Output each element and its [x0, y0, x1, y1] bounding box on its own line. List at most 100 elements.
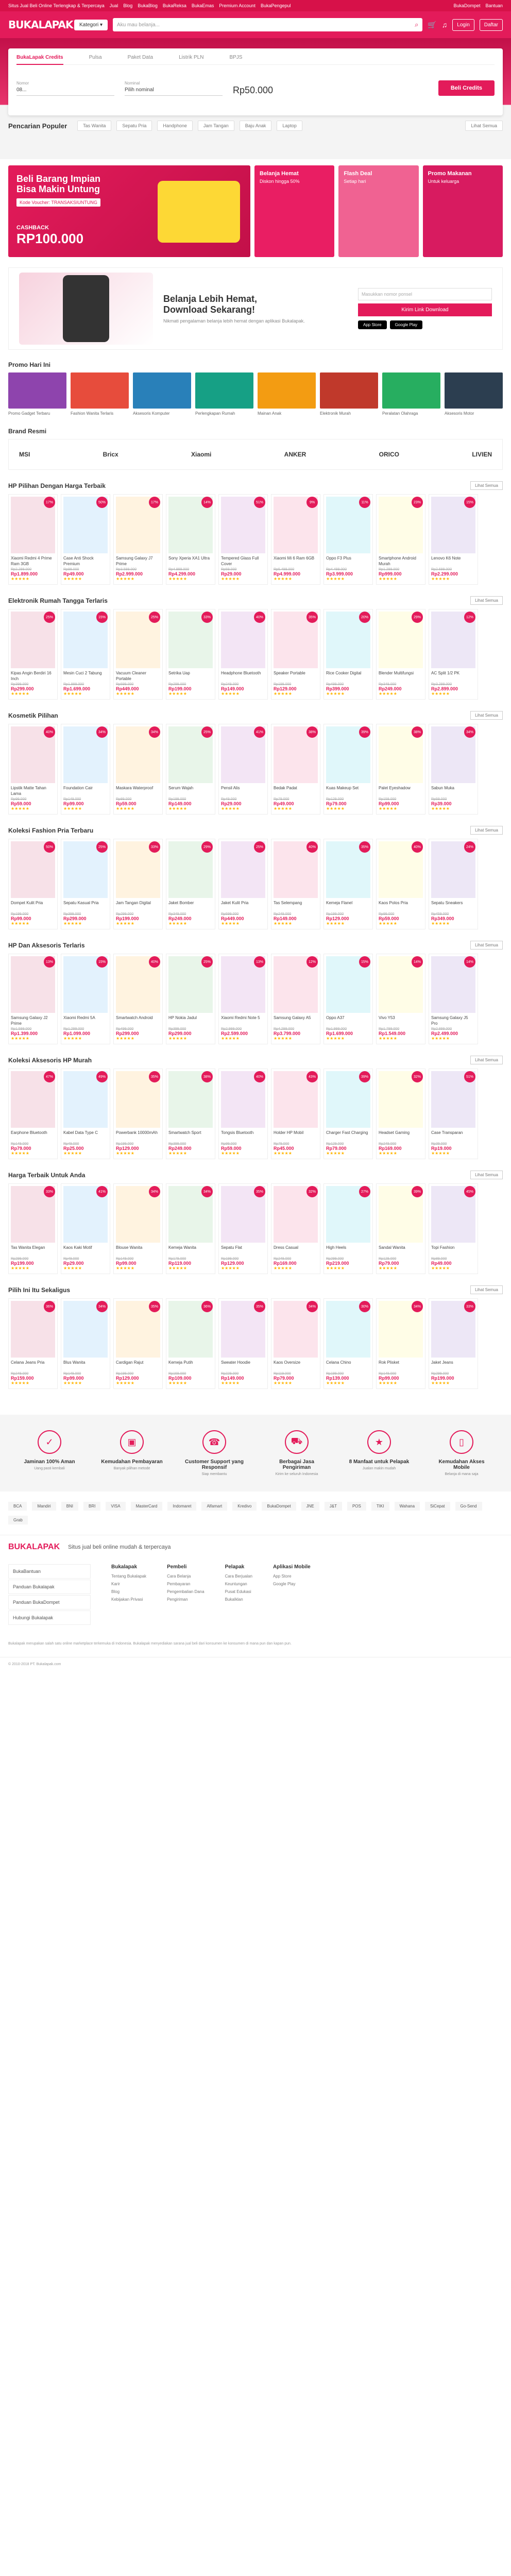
product-card[interactable]: 35% Cardigan Rajut Rp199.000 Rp129.000 ★★★★★: [113, 1298, 163, 1389]
product-name[interactable]: Tongsis Bluetooth: [219, 1130, 267, 1142]
product-name[interactable]: Sony Xperia XA1 Ultra: [166, 555, 215, 568]
product-card[interactable]: 12% AC Split 1/2 PK Rp3.299.000 Rp2.899.000…: [429, 609, 478, 700]
topbar-link[interactable]: Blog: [123, 3, 132, 8]
popular-chip[interactable]: Sepatu Pria: [116, 121, 152, 131]
product-card[interactable]: 50% Case Anti Shock Premium Rp99.000 Rp49.0…: [61, 494, 110, 585]
product-card[interactable]: 50% Dompet Kulit Pria Rp199.000 Rp99.000 ★★★…: [8, 839, 58, 929]
product-name[interactable]: Xiaomi Redmi 5A: [61, 1015, 110, 1027]
product-card[interactable]: 14% Sony Xperia XA1 Ultra Rp4.999.000 Rp4.2…: [166, 494, 215, 585]
category-card[interactable]: Promo Gadget Terbaru: [8, 372, 66, 416]
footer-link[interactable]: Pembayaran: [167, 1582, 205, 1586]
google-play-button[interactable]: Google Play: [389, 320, 423, 329]
nominal-select[interactable]: Nominal Pilih nominal: [125, 81, 223, 96]
product-card[interactable]: 34% Kemeja Wanita Rp179.000 Rp119.000 ★★★★★: [166, 1183, 215, 1274]
phone-field[interactable]: Nomor 08...: [16, 81, 114, 96]
product-card[interactable]: 35% Sepatu Flat Rp199.000 Rp129.000 ★★★★★: [218, 1183, 268, 1274]
product-name[interactable]: High Heels: [324, 1245, 372, 1257]
product-name[interactable]: Tempered Glass Full Cover: [219, 555, 267, 568]
topbar-link[interactable]: BukaBlog: [138, 3, 158, 8]
product-name[interactable]: AC Split 1/2 PK: [429, 670, 478, 683]
product-card[interactable]: 34% Blus Wanita Rp149.000 Rp99.000 ★★★★★: [61, 1298, 110, 1389]
see-all-button[interactable]: Lihat Semua: [470, 941, 503, 950]
topbar-link[interactable]: Jual: [110, 3, 118, 8]
see-all-button[interactable]: Lihat Semua: [470, 711, 503, 720]
popular-chip[interactable]: Laptop: [277, 121, 302, 131]
product-card[interactable]: 13% Xiaomi Redmi Note 5 Rp2.999.000 Rp2.599…: [218, 954, 268, 1044]
product-card[interactable]: 36% Celana Jeans Pria Rp249.000 Rp159.000 ★★…: [8, 1298, 58, 1389]
search-input[interactable]: Aku mau belanja... ⌕: [113, 18, 423, 31]
product-name[interactable]: Samsung Galaxy J7 Prime: [114, 555, 162, 568]
product-card[interactable]: 35% Kemeja Flanel Rp199.000 Rp129.000 ★★★★★: [323, 839, 373, 929]
see-all-button[interactable]: Lihat Semua: [470, 1056, 503, 1064]
product-card[interactable]: 34% Sabun Muka Rp59.000 Rp39.000 ★★★★★: [429, 724, 478, 815]
product-card[interactable]: 38% Bedak Padat Rp79.000 Rp49.000 ★★★★★: [271, 724, 320, 815]
product-card[interactable]: 17% Samsung Galaxy J7 Prime Rp3.599.000 Rp2…: [113, 494, 163, 585]
footer-link[interactable]: Cara Berjualan: [225, 1574, 252, 1579]
product-name[interactable]: Foundation Cair: [61, 785, 110, 798]
product-name[interactable]: Samsung Galaxy J5 Pro: [429, 1015, 478, 1027]
product-name[interactable]: Xiaomi Redmi Note 5: [219, 1015, 267, 1027]
promo-banner-3[interactable]: Promo Makanan Untuk keluarga: [422, 165, 503, 257]
product-name[interactable]: Kipas Angin Berdiri 16 Inch: [9, 670, 57, 683]
brand-logo[interactable]: Xiaomi: [191, 451, 211, 458]
product-card[interactable]: 11% Oppo F3 Plus Rp4.499.000 Rp3.999.000 ★★★…: [323, 494, 373, 585]
product-name[interactable]: Case Anti Shock Premium: [61, 555, 110, 568]
footer-nav-item[interactable]: Hubungi Bukalapak: [8, 1611, 91, 1625]
product-card[interactable]: 34% Rok Plisket Rp149.000 Rp99.000 ★★★★★: [376, 1298, 425, 1389]
product-name[interactable]: Kaos Oversize: [271, 1360, 320, 1372]
popular-chip[interactable]: Baju Anak: [239, 121, 272, 131]
promo-banner-2[interactable]: Flash Deal Setiap hari: [338, 165, 419, 257]
product-card[interactable]: 38% Smartwatch Sport Rp399.000 Rp249.000 ★★★…: [166, 1069, 215, 1159]
product-name[interactable]: Speaker Portable: [271, 670, 320, 683]
footer-link[interactable]: Keuntungan: [225, 1582, 252, 1586]
product-name[interactable]: Kabel Data Type C: [61, 1130, 110, 1142]
product-card[interactable]: 24% Sepatu Sneakers Rp459.000 Rp349.000 ★★★★…: [429, 839, 478, 929]
product-card[interactable]: 23% Smartphone Android Murah Rp1.299.000 Rp…: [376, 494, 425, 585]
see-all-button[interactable]: Lihat Semua: [470, 1171, 503, 1179]
promo-banner-1[interactable]: Belanja Hemat Diskon hingga 50%: [254, 165, 335, 257]
product-card[interactable]: 29% Jaket Bomber Rp349.000 Rp249.000 ★★★★★: [166, 839, 215, 929]
product-name[interactable]: Xiaomi Mi 6 Ram 6GB: [271, 555, 320, 568]
product-card[interactable]: 25% Serum Wajah Rp199.000 Rp149.000 ★★★★★: [166, 724, 215, 815]
product-name[interactable]: Xiaomi Redmi 4 Prime Ram 3GB: [9, 555, 57, 568]
product-card[interactable]: 30% Celana Chino Rp199.000 Rp139.000 ★★★★★: [323, 1298, 373, 1389]
popular-chip[interactable]: Handphone: [157, 121, 193, 131]
product-name[interactable]: Jaket Bomber: [166, 900, 215, 912]
product-card[interactable]: 38% Palet Eyeshadow Rp159.000 Rp99.000 ★★★★★: [376, 724, 425, 815]
brand-logo[interactable]: ORICO: [379, 451, 399, 458]
category-card[interactable]: Mainan Anak: [258, 372, 316, 416]
tab-credits[interactable]: BukaLapak Credits: [16, 55, 63, 65]
product-card[interactable]: 39% Kuas Makeup Set Rp129.000 Rp79.000 ★★★★★: [323, 724, 373, 815]
product-card[interactable]: 12% Samsung Galaxy A5 Rp4.299.000 Rp3.799.0…: [271, 954, 320, 1044]
product-name[interactable]: Oppo F3 Plus: [324, 555, 372, 568]
brand-logo[interactable]: ANKER: [284, 451, 306, 458]
product-card[interactable]: 33% Setrika Uap Rp299.000 Rp199.000 ★★★★★: [166, 609, 215, 700]
product-name[interactable]: Smartphone Android Murah: [377, 555, 425, 568]
category-card[interactable]: Peralatan Olahraga: [382, 372, 440, 416]
product-card[interactable]: 51% Case Transparan Rp39.000 Rp19.000 ★★★★★: [429, 1069, 478, 1159]
product-card[interactable]: 15% Xiaomi Redmi 5A Rp1.299.000 Rp1.099.000…: [61, 954, 110, 1044]
brand-logo[interactable]: LIVIEN: [472, 451, 492, 458]
product-name[interactable]: Blouse Wanita: [114, 1245, 162, 1257]
footer-link[interactable]: Pengembalian Dana: [167, 1589, 205, 1594]
product-card[interactable]: 32% Dress Casual Rp249.000 Rp169.000 ★★★★★: [271, 1183, 320, 1274]
popular-chip[interactable]: Tas Wanita: [77, 121, 112, 131]
product-name[interactable]: Powerbank 10000mAh: [114, 1130, 162, 1142]
product-card[interactable]: 33% Jam Tangan Digital Rp299.000 Rp199.000 ★…: [113, 839, 163, 929]
login-button[interactable]: Login: [452, 19, 474, 31]
footer-link[interactable]: App Store: [273, 1574, 311, 1579]
bell-icon[interactable]: ♫: [442, 21, 448, 29]
product-name[interactable]: Sepatu Sneakers: [429, 900, 478, 912]
help-link[interactable]: Bantuan: [485, 3, 503, 8]
register-button[interactable]: Daftar: [479, 19, 503, 31]
product-name[interactable]: Kaos Polos Pria: [377, 900, 425, 912]
category-card[interactable]: Fashion Wanita Terlaris: [71, 372, 129, 416]
product-name[interactable]: Celana Jeans Pria: [9, 1360, 57, 1372]
product-card[interactable]: 34% Kaos Oversize Rp119.000 Rp79.000 ★★★★★: [271, 1298, 320, 1389]
product-name[interactable]: Kemeja Putih: [166, 1360, 215, 1372]
product-card[interactable]: 51% Tempered Glass Full Cover Rp59.000 Rp29…: [218, 494, 268, 585]
product-name[interactable]: Kuas Makeup Set: [324, 785, 372, 798]
product-card[interactable]: 25% Vacuum Cleaner Portable Rp599.000 Rp449…: [113, 609, 163, 700]
product-card[interactable]: 40% Tongsis Bluetooth Rp99.000 Rp59.000 ★★★★…: [218, 1069, 268, 1159]
product-card[interactable]: 17% Xiaomi Redmi 4 Prime Ram 3GB Rp2.299.0…: [8, 494, 58, 585]
